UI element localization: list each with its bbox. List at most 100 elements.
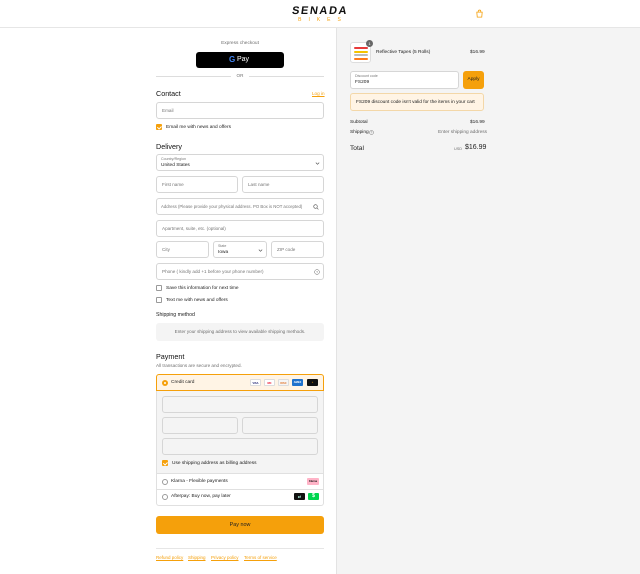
name-on-card-field[interactable] (162, 438, 318, 455)
total-label: Total (350, 145, 364, 152)
save-info-label: Save this information for next time (166, 285, 239, 291)
shipping-method-title: Shipping method (156, 312, 195, 318)
product-name: Reflective Tapes (5 Rolls) (376, 50, 431, 55)
search-icon (313, 204, 319, 210)
contact-title: Contact (156, 89, 181, 98)
card-details-panel: Use shipping address as billing address (156, 391, 324, 473)
email-field[interactable]: Email (156, 102, 324, 119)
billing-address-checkbox[interactable] (162, 460, 168, 466)
card-number-field[interactable] (162, 396, 318, 413)
discount-code-value: FS209 (355, 80, 370, 85)
klarna-label: Klarna - Flexible payments (171, 479, 228, 484)
chevron-down-icon (315, 162, 320, 165)
google-g-icon: G (229, 55, 236, 64)
help-icon[interactable]: ? (314, 269, 320, 275)
site-logo[interactable]: SENADA BIKES (284, 5, 356, 23)
country-select[interactable]: Country/Region United States (156, 154, 324, 171)
text-me-label: Text me with news and offers (166, 297, 228, 303)
address-placeholder: Address (Please provide your physical ad… (161, 204, 303, 209)
order-summary: 1 Reflective Tapes (5 Rolls) $16.99 Disc… (336, 28, 640, 574)
phone-placeholder: Phone ( kindly add +1 before your phone … (162, 269, 264, 274)
afterpay-icon: ⇄ (294, 493, 305, 500)
apply-label: Apply (467, 77, 480, 82)
tape-silver (354, 54, 368, 57)
product-price: $16.99 (470, 50, 485, 55)
klarna-option[interactable]: Klarna - Flexible payments Klarna (156, 473, 324, 490)
tape-red (354, 47, 368, 50)
klarna-radio[interactable] (162, 479, 168, 485)
address-field[interactable]: Address (Please provide your physical ad… (156, 198, 324, 215)
help-icon[interactable]: ? (369, 130, 374, 135)
save-info-checkbox[interactable] (156, 285, 162, 291)
city-field[interactable]: City (156, 241, 209, 258)
payment-title: Payment (156, 352, 185, 361)
delivery-title: Delivery (156, 142, 182, 151)
afterpay-option[interactable]: Afterpay: Buy now, pay later ⇄ $ (156, 489, 324, 506)
currency-code: USD (454, 147, 463, 151)
state-label: State (218, 244, 227, 248)
logo-wordmark: SENADA (291, 5, 349, 17)
zip-field[interactable]: ZIP code (271, 241, 324, 258)
state-select[interactable]: State Iowa (213, 241, 267, 258)
first-name-field[interactable]: First name (156, 176, 238, 193)
express-checkout-title: Express checkout (221, 41, 259, 46)
discount-error-text: FS209 discount code isn't valid for the … (356, 100, 475, 105)
footer-divider (156, 548, 324, 549)
shipping-method-message: Enter your shipping address to view avai… (174, 329, 306, 334)
email-news-checkbox[interactable] (156, 124, 162, 130)
pay-now-button[interactable]: Pay now (156, 516, 324, 534)
visa-icon: VISA (250, 379, 261, 386)
email-news-label: Email me with news and offers (166, 124, 231, 130)
total-value: $16.99 (465, 144, 487, 151)
credit-card-radio[interactable] (162, 380, 168, 386)
google-pay-button[interactable]: G Pay (196, 52, 284, 68)
apply-button[interactable]: Apply (463, 71, 484, 89)
text-me-checkbox[interactable] (156, 297, 162, 303)
apartment-field[interactable]: Apartment, suite, etc. (optional) (156, 220, 324, 237)
discount-error-banner: FS209 discount code isn't valid for the … (350, 93, 484, 111)
last-name-field[interactable]: Last name (242, 176, 324, 193)
discount-code-label: Discount code (355, 74, 378, 78)
email-placeholder: Email (162, 108, 174, 113)
logo-subtitle: BIKES (298, 17, 348, 23)
cashapp-icon: $ (308, 493, 319, 500)
amex-icon: AMEX (292, 379, 303, 386)
mastercard-icon: MC (264, 379, 275, 386)
svg-text:?: ? (371, 131, 373, 135)
quantity-badge: 1 (366, 40, 373, 47)
phone-field[interactable]: Phone ( kindly add +1 before your phone … (156, 263, 324, 280)
expiration-field[interactable] (162, 417, 238, 434)
privacy-policy-link[interactable]: Privacy policy (211, 555, 239, 560)
afterpay-radio[interactable] (162, 494, 168, 500)
discount-code-field[interactable]: Discount code FS209 (350, 71, 459, 89)
checkout-form: Express checkout G Pay OR Contact Log in… (0, 28, 336, 574)
more-cards-icon: + (307, 379, 318, 386)
pay-now-label: Pay now (229, 522, 251, 528)
site-header: SENADA BIKES (0, 0, 640, 28)
afterpay-label: Afterpay: Buy now, pay later (171, 494, 231, 499)
shipping-link[interactable]: Shipping (188, 555, 206, 560)
login-link[interactable]: Log in (312, 91, 325, 96)
shopping-bag-icon[interactable] (475, 9, 484, 18)
shipping-value: Enter shipping address (438, 130, 488, 135)
country-label: Country/Region (161, 157, 186, 161)
google-pay-label: Pay (237, 56, 250, 63)
divider-right (249, 76, 324, 77)
discover-icon: DISC (278, 379, 289, 386)
payment-subtitle: All transactions are secure and encrypte… (156, 363, 242, 368)
billing-address-label: Use shipping address as billing address (172, 460, 257, 466)
refund-policy-link[interactable]: Refund policy (156, 555, 183, 560)
first-name-placeholder: First name (162, 182, 184, 187)
security-code-field[interactable] (242, 417, 318, 434)
tape-orange (354, 57, 368, 60)
city-placeholder: City (162, 247, 170, 252)
subtotal-value: $16.99 (470, 120, 485, 125)
credit-card-label: Credit card (171, 380, 195, 385)
shipping-label: Shipping (350, 130, 369, 135)
credit-card-option[interactable]: Credit card VISA MC DISC AMEX + (156, 374, 324, 391)
apartment-placeholder: Apartment, suite, etc. (optional) (162, 226, 226, 231)
klarna-badge-icon: Klarna (307, 478, 319, 485)
or-divider: OR (236, 73, 244, 78)
terms-of-service-link[interactable]: Terms of service (244, 555, 277, 560)
state-value: Iowa (218, 250, 229, 255)
